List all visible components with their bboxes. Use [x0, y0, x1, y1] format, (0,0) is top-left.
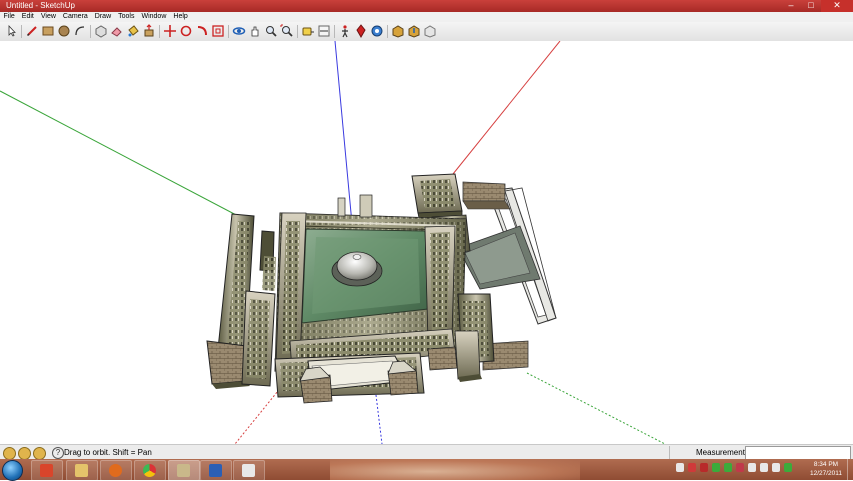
- tape-measure-icon[interactable]: [301, 24, 315, 38]
- file-folder-icon: [75, 464, 88, 477]
- sketchup-task[interactable]: [168, 460, 200, 481]
- status-bar: ? Drag to orbit. Shift = Pan Measurement…: [0, 444, 853, 460]
- tray-app-icon[interactable]: [724, 463, 732, 472]
- red-axis-positive: [452, 41, 561, 175]
- push-pull-icon[interactable]: [142, 24, 156, 38]
- move-icon[interactable]: [163, 24, 177, 38]
- pan-icon[interactable]: [248, 24, 262, 38]
- position-camera-icon[interactable]: [354, 24, 368, 38]
- wallpaper-glimpse: [330, 459, 580, 480]
- tray-app-icon[interactable]: [748, 463, 756, 472]
- rectangle-icon[interactable]: [41, 24, 55, 38]
- media-player-icon: [40, 464, 53, 477]
- show-desktop-button[interactable]: [847, 459, 853, 480]
- status-hint: Drag to orbit. Shift = Pan: [64, 448, 152, 457]
- zoom-icon[interactable]: [264, 24, 278, 38]
- minimize-button[interactable]: –: [781, 0, 801, 12]
- tray-app-icon[interactable]: [712, 463, 720, 472]
- chrome-task[interactable]: [134, 460, 166, 481]
- select-arrow-icon[interactable]: [5, 24, 19, 38]
- system-tray: [676, 463, 792, 476]
- measurements-input[interactable]: [745, 446, 851, 460]
- file-explorer-task[interactable]: [66, 460, 98, 481]
- status-divider: [669, 446, 670, 459]
- main-building: [274, 194, 467, 372]
- circle-icon[interactable]: [57, 24, 71, 38]
- measurements-label: Measurements: [696, 448, 749, 457]
- window-controls: – □ ✕: [781, 0, 853, 12]
- left-wing: [206, 213, 276, 389]
- zoom-extents-icon[interactable]: [280, 24, 294, 38]
- green-axis-positive: [0, 90, 241, 218]
- menu-help[interactable]: Help: [170, 12, 191, 22]
- menu-draw[interactable]: Draw: [91, 12, 114, 22]
- pencil-line-icon[interactable]: [25, 24, 39, 38]
- menu-window[interactable]: Window: [138, 12, 170, 22]
- dimension-icon[interactable]: [317, 24, 331, 38]
- look-around-icon[interactable]: [370, 24, 384, 38]
- model-viewport[interactable]: [0, 41, 853, 444]
- help-icon[interactable]: ?: [52, 447, 64, 459]
- share-model-icon[interactable]: [407, 24, 421, 38]
- menu-bar: File Edit View Camera Draw Tools Window …: [0, 12, 853, 22]
- clock[interactable]: 8:34 PM 12/27/2011: [806, 460, 846, 478]
- battery-icon[interactable]: [784, 463, 792, 472]
- menu-camera[interactable]: Camera: [59, 12, 91, 22]
- word-icon: [209, 464, 222, 477]
- paint-task[interactable]: [233, 460, 265, 481]
- scene-canvas[interactable]: [0, 41, 853, 444]
- tray-app-icon[interactable]: [700, 463, 708, 472]
- get-models-icon[interactable]: [391, 24, 405, 38]
- tray-app-icon[interactable]: [736, 463, 744, 472]
- clock-time: 8:34 PM: [813, 461, 839, 468]
- tray-arrow-icon[interactable]: [676, 463, 684, 472]
- green-axis-negative: [526, 372, 666, 444]
- menu-tools[interactable]: Tools: [115, 12, 138, 22]
- front-building: [274, 352, 425, 404]
- red-axis-negative: [234, 385, 283, 444]
- close-button[interactable]: ✕: [821, 0, 853, 12]
- network-icon[interactable]: [760, 463, 768, 472]
- menu-edit[interactable]: Edit: [18, 12, 37, 22]
- paint-bucket-icon[interactable]: [126, 24, 140, 38]
- paint-icon: [242, 464, 255, 477]
- offset-icon[interactable]: [211, 24, 225, 38]
- media-player-task[interactable]: [31, 460, 63, 481]
- orbit-icon[interactable]: [232, 24, 246, 38]
- maximize-button[interactable]: □: [801, 0, 821, 12]
- blue-axis-negative: [375, 394, 383, 444]
- building-model[interactable]: [206, 173, 557, 404]
- make-component-icon[interactable]: [94, 24, 108, 38]
- components-icon[interactable]: [423, 24, 437, 38]
- word-task[interactable]: [200, 460, 232, 481]
- menu-file[interactable]: File: [0, 12, 18, 22]
- start-button[interactable]: [2, 460, 23, 481]
- walk-icon[interactable]: [338, 24, 352, 38]
- eraser-icon[interactable]: [110, 24, 124, 38]
- follow-me-icon[interactable]: [195, 24, 209, 38]
- taskbar: 8:34 PM 12/27/2011: [0, 459, 853, 481]
- firefox-icon: [109, 464, 122, 477]
- clock-date: 12/27/2011: [809, 470, 843, 477]
- menu-view[interactable]: View: [37, 12, 59, 22]
- title-bar: Untitled - SketchUp – □ ✕: [0, 0, 853, 12]
- tray-app-icon[interactable]: [688, 463, 696, 472]
- sketchup-task-icon: [177, 464, 190, 477]
- toolbar: [0, 22, 853, 42]
- firefox-task[interactable]: [100, 460, 132, 481]
- chrome-icon: [143, 464, 156, 477]
- window-title: Untitled - SketchUp: [6, 1, 75, 10]
- rotate-icon[interactable]: [179, 24, 193, 38]
- volume-icon[interactable]: [772, 463, 780, 472]
- arc-icon[interactable]: [73, 24, 87, 38]
